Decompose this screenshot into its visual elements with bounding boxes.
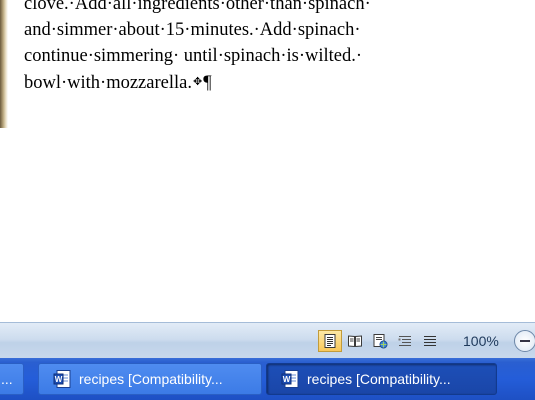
outline-view-button[interactable] xyxy=(393,330,417,352)
taskbar-button-label: ... xyxy=(1,371,13,387)
draft-view-icon xyxy=(424,336,436,346)
draft-view-button[interactable] xyxy=(418,330,442,352)
full-screen-reading-view-button[interactable] xyxy=(343,330,367,352)
anchor-icon: ✥ xyxy=(192,76,203,88)
view-shortcuts xyxy=(318,329,443,353)
word-document-icon: W xyxy=(53,370,71,388)
taskbar-button-recipes-active[interactable]: W recipes [Compatibility... xyxy=(266,363,497,395)
inserted-photo[interactable] xyxy=(0,0,8,128)
word-document-icon: W xyxy=(281,370,299,388)
web-layout-view-icon xyxy=(373,334,388,349)
zoom-level[interactable]: 100% xyxy=(463,333,499,349)
zoom-out-button[interactable] xyxy=(514,330,535,352)
document-area[interactable]: clove.·Add·all·ingredients·other·than·sp… xyxy=(0,0,535,322)
taskbar-button-label: recipes [Compatibility... xyxy=(307,371,451,387)
minus-icon xyxy=(520,340,530,342)
print-layout-view-icon xyxy=(324,334,336,348)
document-text[interactable]: clove.·Add·all·ingredients·other·than·sp… xyxy=(24,0,534,96)
taskbar: ... W recipes [Compatibility... W recipe… xyxy=(0,358,535,400)
full-screen-reading-view-icon xyxy=(348,335,362,348)
paragraph-line-3: continue·simmering· until·spinach·is·wil… xyxy=(24,46,363,66)
paragraph-line-4-text: bowl·with·mozzarella. xyxy=(24,73,192,93)
outline-view-icon xyxy=(398,336,411,346)
svg-text:W: W xyxy=(283,375,291,384)
paragraph-mark: ¶ xyxy=(203,73,212,93)
taskbar-button-recipes[interactable]: W recipes [Compatibility... xyxy=(38,363,262,395)
print-layout-view-button[interactable] xyxy=(318,330,342,352)
paragraph-line-2: and·simmer·about·15·minutes.·Add·spinach… xyxy=(24,20,361,40)
paragraph-line-1: clove.·Add·all·ingredients·other·than·sp… xyxy=(24,0,371,14)
web-layout-view-button[interactable] xyxy=(368,330,392,352)
taskbar-button-label: recipes [Compatibility... xyxy=(79,371,223,387)
svg-text:W: W xyxy=(55,375,63,384)
taskbar-button[interactable]: ... xyxy=(0,363,24,395)
status-bar: 100% xyxy=(0,322,535,359)
paragraph-line-4: bowl·with·mozzarella.✥¶ xyxy=(24,69,534,96)
